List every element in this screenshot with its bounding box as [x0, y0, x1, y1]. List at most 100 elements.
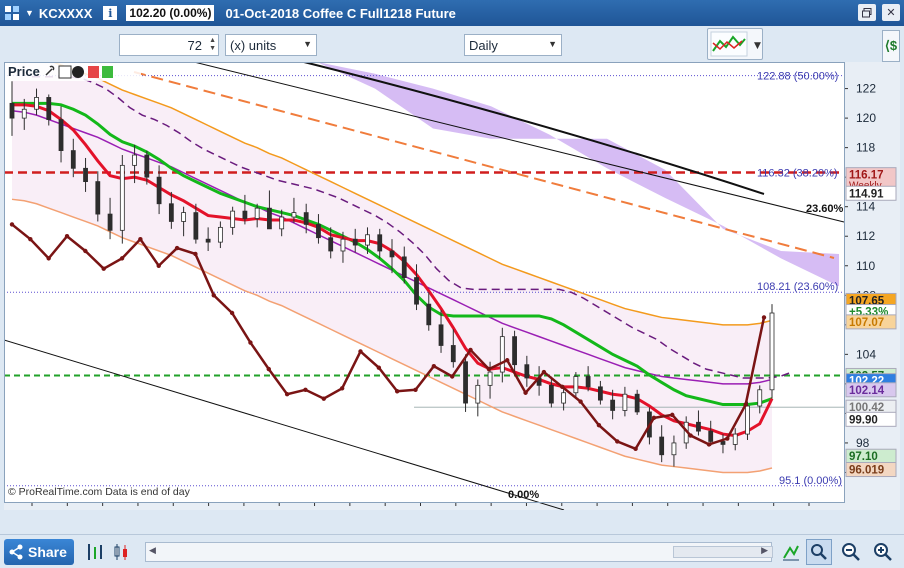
candle-body[interactable] — [352, 238, 358, 246]
candle-body[interactable] — [512, 336, 517, 366]
candle-body[interactable] — [659, 436, 665, 456]
candle-body[interactable] — [696, 421, 701, 432]
oscillator-point — [28, 236, 33, 242]
auto-zoom-icon[interactable] — [806, 539, 832, 565]
candle-body[interactable] — [708, 430, 714, 442]
candle-body[interactable] — [745, 405, 750, 435]
zoom-in-icon[interactable] — [870, 539, 896, 565]
oscillator-point — [615, 439, 620, 444]
candle-body[interactable] — [732, 433, 738, 445]
oscillator-point — [376, 365, 382, 370]
close-panel-icon[interactable] — [72, 66, 84, 78]
oscillator-point — [688, 433, 693, 438]
move-up-icon[interactable] — [102, 66, 113, 78]
candle-body[interactable] — [610, 399, 616, 411]
candle-body[interactable] — [291, 212, 297, 218]
symbol-name[interactable]: KCXXXX — [39, 6, 92, 21]
candle-body[interactable] — [279, 216, 285, 230]
close-icon[interactable]: ✕ — [882, 4, 900, 21]
move-down-icon[interactable] — [88, 66, 99, 78]
candle-body[interactable] — [524, 364, 530, 379]
scroll-right-icon[interactable]: ▶ — [761, 545, 768, 556]
candle-body[interactable] — [168, 203, 174, 222]
candle-body[interactable] — [499, 336, 505, 373]
candle-body[interactable] — [720, 441, 726, 445]
candle-body[interactable] — [254, 207, 260, 219]
candle-body[interactable] — [267, 207, 272, 230]
candle-body[interactable] — [83, 167, 88, 182]
go-latest-icon[interactable] — [778, 539, 804, 565]
candle-body[interactable] — [414, 277, 419, 305]
candle-body[interactable] — [401, 256, 407, 278]
candle-body[interactable] — [46, 97, 52, 120]
bar-style-icon[interactable] — [82, 539, 108, 565]
scroll-thumb[interactable] — [673, 546, 773, 558]
candle-body[interactable] — [475, 384, 481, 404]
price-tick-label: 98 — [856, 436, 870, 450]
info-icon[interactable]: i — [103, 6, 118, 20]
grid-menu-icon[interactable] — [4, 5, 20, 21]
time-axis-background — [4, 502, 844, 510]
units-stepper[interactable]: 72 ▲ ▼ — [119, 34, 219, 56]
candle-body[interactable] — [181, 212, 187, 222]
candle-style-icon[interactable] — [108, 539, 134, 565]
units-select[interactable]: (x) units ▼ — [225, 34, 317, 56]
candle-body[interactable] — [769, 312, 775, 391]
candle-body[interactable] — [144, 154, 150, 178]
candle-body[interactable] — [242, 210, 248, 219]
candle-body[interactable] — [548, 384, 554, 404]
candle-body[interactable] — [119, 164, 125, 231]
candle-body[interactable] — [757, 389, 763, 407]
candle-body[interactable] — [9, 102, 15, 119]
scroll-left-icon[interactable]: ◀ — [149, 545, 156, 556]
candle-body[interactable] — [634, 393, 640, 413]
chevron-down-icon[interactable]: ▼ — [25, 8, 34, 18]
properties-icon[interactable] — [58, 65, 72, 79]
candle-body[interactable] — [585, 376, 591, 388]
candle-body[interactable] — [597, 386, 603, 401]
indicators-button[interactable]: ▼ — [707, 28, 763, 60]
candle-body[interactable] — [622, 393, 628, 411]
candle-body[interactable] — [365, 234, 370, 246]
share-button[interactable]: Share — [4, 539, 74, 565]
chart-scrollbar[interactable]: ◀ ▶ — [145, 542, 773, 562]
candle-body[interactable] — [21, 108, 27, 119]
candle-body[interactable] — [217, 226, 223, 243]
candle-body[interactable] — [377, 234, 383, 252]
candle-body[interactable] — [132, 154, 137, 166]
price-chart[interactable]: 122.88 (50.00%) 116.32 (38.20%) 23.60% 108.… — [3, 50, 900, 525]
candle-body[interactable] — [561, 392, 567, 404]
candle-body[interactable] — [107, 213, 113, 231]
price-chart-panel[interactable]: 122.88 (50.00%) 116.32 (38.20%) 23.60% 108.… — [3, 50, 900, 525]
candle-body[interactable] — [70, 150, 76, 169]
candle-body[interactable] — [303, 212, 309, 225]
candle-body[interactable] — [389, 250, 395, 258]
candle-body[interactable] — [463, 361, 468, 404]
expand-panel-icon[interactable]: ⟨$ — [882, 30, 900, 62]
candle-body[interactable] — [193, 212, 199, 240]
candle-body[interactable] — [34, 97, 39, 110]
oscillator-point — [229, 310, 235, 316]
candle-body[interactable] — [328, 237, 334, 252]
restore-icon[interactable] — [858, 4, 876, 21]
timeframe-select[interactable]: Daily ▼ — [464, 34, 562, 56]
candle-body[interactable] — [671, 442, 677, 456]
zoom-out-icon[interactable] — [838, 539, 864, 565]
price-tick-label: 112 — [856, 229, 875, 243]
candle-body[interactable] — [573, 376, 579, 394]
panel-title: Price — [8, 64, 40, 79]
candle-body[interactable] — [450, 345, 456, 363]
candle-body[interactable] — [205, 238, 211, 243]
candle-body[interactable] — [316, 224, 321, 239]
candle-body[interactable] — [340, 238, 346, 252]
candle-body[interactable] — [230, 210, 236, 228]
stepper-arrows-icon[interactable]: ▲ ▼ — [209, 37, 216, 53]
candle-body[interactable] — [438, 324, 444, 346]
candle-body[interactable] — [95, 181, 101, 215]
fib-line-label-0: 0.00% — [508, 489, 539, 501]
candle-body[interactable] — [487, 371, 493, 386]
candle-body[interactable] — [426, 303, 432, 326]
price-label: 97.10 — [849, 451, 878, 463]
candle-body[interactable] — [156, 176, 162, 205]
candle-body[interactable] — [58, 119, 64, 151]
